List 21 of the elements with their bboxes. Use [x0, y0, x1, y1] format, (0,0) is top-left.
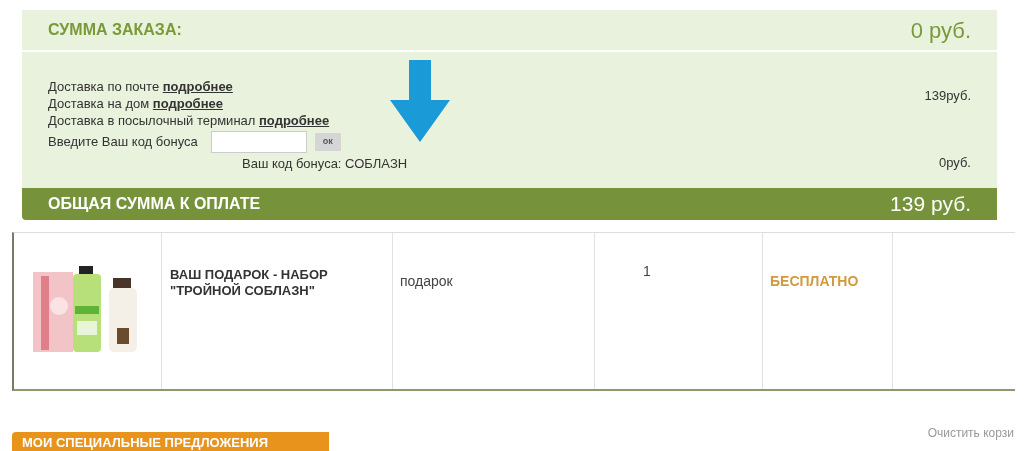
product-name: ВАШ ПОДАРОК - НАБОР "ТРОЙНОЙ СОБЛАЗН"	[170, 267, 329, 299]
delivery-option: Доставка на дом	[48, 96, 150, 111]
total-amount: 139 руб.	[890, 191, 971, 218]
bonus-field[interactable]	[210, 131, 307, 153]
bonus-price: 0руб.	[938, 154, 971, 172]
details-link[interactable]: подробнее	[152, 96, 223, 111]
bonus-label: Введите Ваш код бонуса	[48, 133, 198, 152]
down-arrow-icon	[390, 60, 450, 142]
total-label: ОБЩАЯ СУММА К ОПЛАТЕ	[48, 194, 261, 214]
delivery-option: Доставка по почте	[48, 79, 160, 94]
delivery-price: 139руб.	[924, 87, 971, 105]
details-link[interactable]: подробнее	[162, 79, 233, 94]
bonus-status: Ваш код бонуса: СОБЛАЗН	[242, 155, 408, 173]
price: БЕСПЛАТНО	[770, 273, 859, 289]
ok-button[interactable]: ок	[314, 133, 341, 151]
delivery-option: Доставка в посылочный терминал	[48, 113, 256, 128]
summary-amount: 0 руб.	[910, 16, 971, 45]
details-link[interactable]: подробнее	[259, 113, 330, 128]
summary-title: СУММА ЗАКАЗА:	[48, 20, 182, 40]
product-type: подарок	[400, 273, 453, 289]
quantity: 1	[643, 263, 651, 279]
